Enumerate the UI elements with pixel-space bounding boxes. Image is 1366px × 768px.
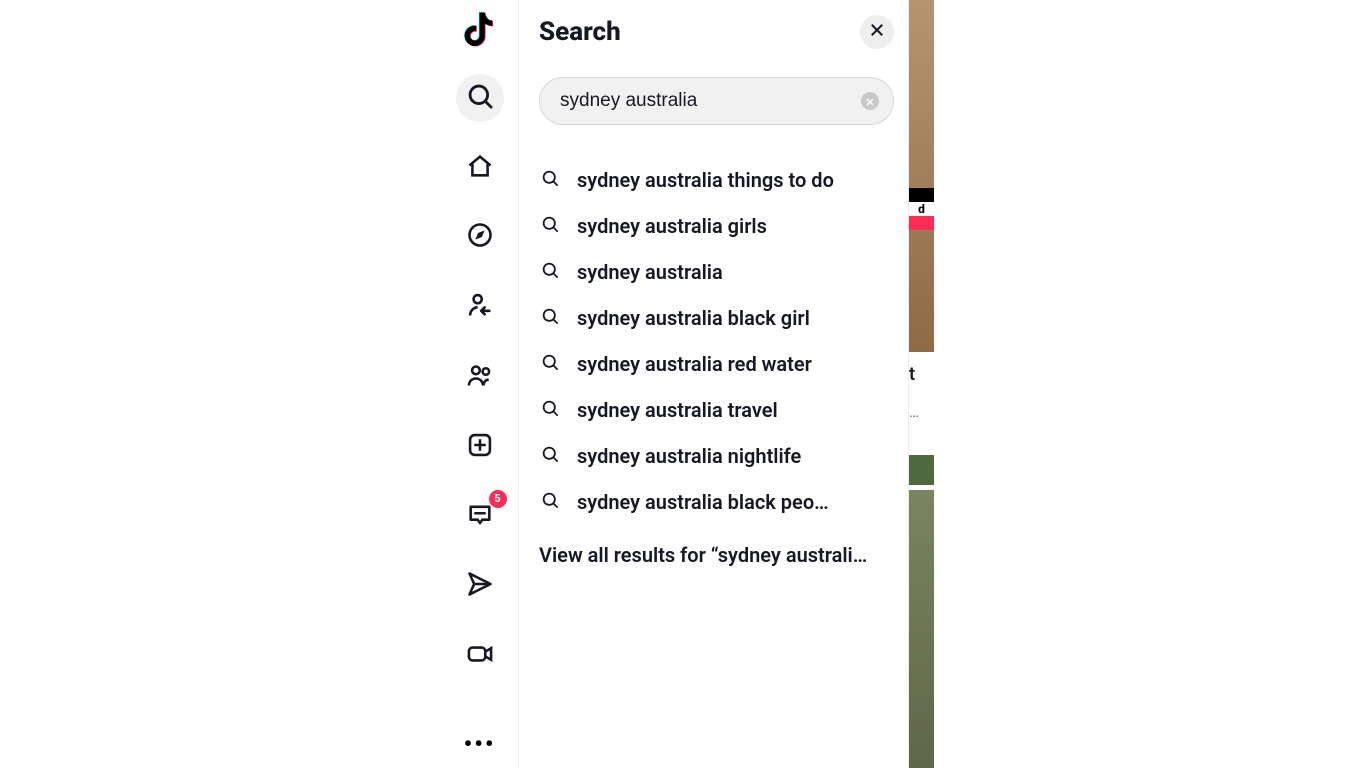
suggestion-text: sydney australia girls — [577, 214, 767, 238]
person-arrow-icon — [466, 291, 494, 323]
search-panel-title: Search — [539, 17, 621, 47]
search-icon — [541, 261, 559, 283]
search-icon — [541, 169, 559, 191]
clear-icon — [865, 92, 875, 111]
search-panel: Search sydney australia things to dosydn… — [519, 0, 909, 768]
friends-icon — [466, 361, 494, 393]
activity-badge: 5 — [489, 490, 507, 508]
nav-following[interactable] — [456, 283, 504, 331]
search-suggestion[interactable]: sydney australia travel — [539, 387, 894, 433]
search-suggestion[interactable]: sydney australia girls — [539, 203, 894, 249]
suggestion-text: sydney australia travel — [577, 398, 778, 422]
search-icon — [541, 491, 559, 513]
nav-search[interactable] — [456, 74, 504, 122]
video-thumbnail[interactable] — [909, 490, 934, 768]
video-icon — [466, 640, 494, 672]
search-icon — [541, 445, 559, 467]
inbox-icon — [466, 501, 494, 533]
search-suggestion[interactable]: sydney australia black girl — [539, 295, 894, 341]
nav-activity[interactable]: 5 — [456, 493, 504, 541]
search-icon — [541, 353, 559, 375]
search-icon — [541, 307, 559, 329]
home-icon — [466, 152, 494, 184]
more-icon: ••• — [464, 732, 496, 756]
nav-upload[interactable] — [456, 423, 504, 471]
search-suggestions: sydney australia things to do sydney aust… — [539, 157, 894, 525]
clear-search-button[interactable] — [861, 92, 879, 110]
tiktok-logo-icon[interactable] — [464, 10, 496, 46]
search-suggestion[interactable]: sydney australia nightlife — [539, 433, 894, 479]
content-feed-peek: d t … — [909, 0, 934, 768]
search-icon — [466, 82, 494, 114]
nav-explore[interactable] — [456, 214, 504, 262]
view-all-results-link[interactable]: View all results for “sydney australi… — [539, 525, 894, 567]
suggestion-text: sydney australia things to do — [577, 168, 834, 192]
search-icon — [541, 399, 559, 421]
search-icon — [541, 215, 559, 237]
nav-friends[interactable] — [456, 353, 504, 401]
search-suggestion[interactable]: sydney australia red water — [539, 341, 894, 387]
close-icon — [868, 21, 886, 43]
sidebar: 5 ••• — [441, 0, 519, 768]
nav-home[interactable] — [456, 144, 504, 192]
suggestion-text: sydney australia — [577, 260, 723, 284]
suggestion-text: sydney australia red water — [577, 352, 812, 376]
plus-square-icon — [466, 431, 494, 463]
suggestion-text: sydney australia black girl — [577, 306, 810, 330]
nav-messages[interactable] — [456, 563, 504, 611]
nav-more[interactable]: ••• — [456, 720, 504, 768]
empty-left-space — [0, 0, 441, 768]
nav-live[interactable] — [456, 632, 504, 680]
suggestion-text: sydney australia nightlife — [577, 444, 801, 468]
search-suggestion[interactable]: sydney australia things to do — [539, 157, 894, 203]
video-caption-peek: t … — [909, 360, 934, 430]
video-thumbnail[interactable] — [909, 0, 934, 352]
search-suggestion[interactable]: sydney australia black peo… — [539, 479, 894, 525]
video-thumbnail[interactable] — [909, 455, 934, 485]
search-suggestion[interactable]: sydney australia — [539, 249, 894, 295]
compass-icon — [466, 221, 494, 253]
search-input[interactable] — [560, 90, 851, 112]
send-icon — [466, 570, 494, 602]
suggestion-text: sydney australia black peo… — [577, 490, 829, 514]
watermark-overlay: d — [909, 188, 934, 230]
close-search-button[interactable] — [860, 15, 894, 49]
search-box — [539, 77, 894, 125]
